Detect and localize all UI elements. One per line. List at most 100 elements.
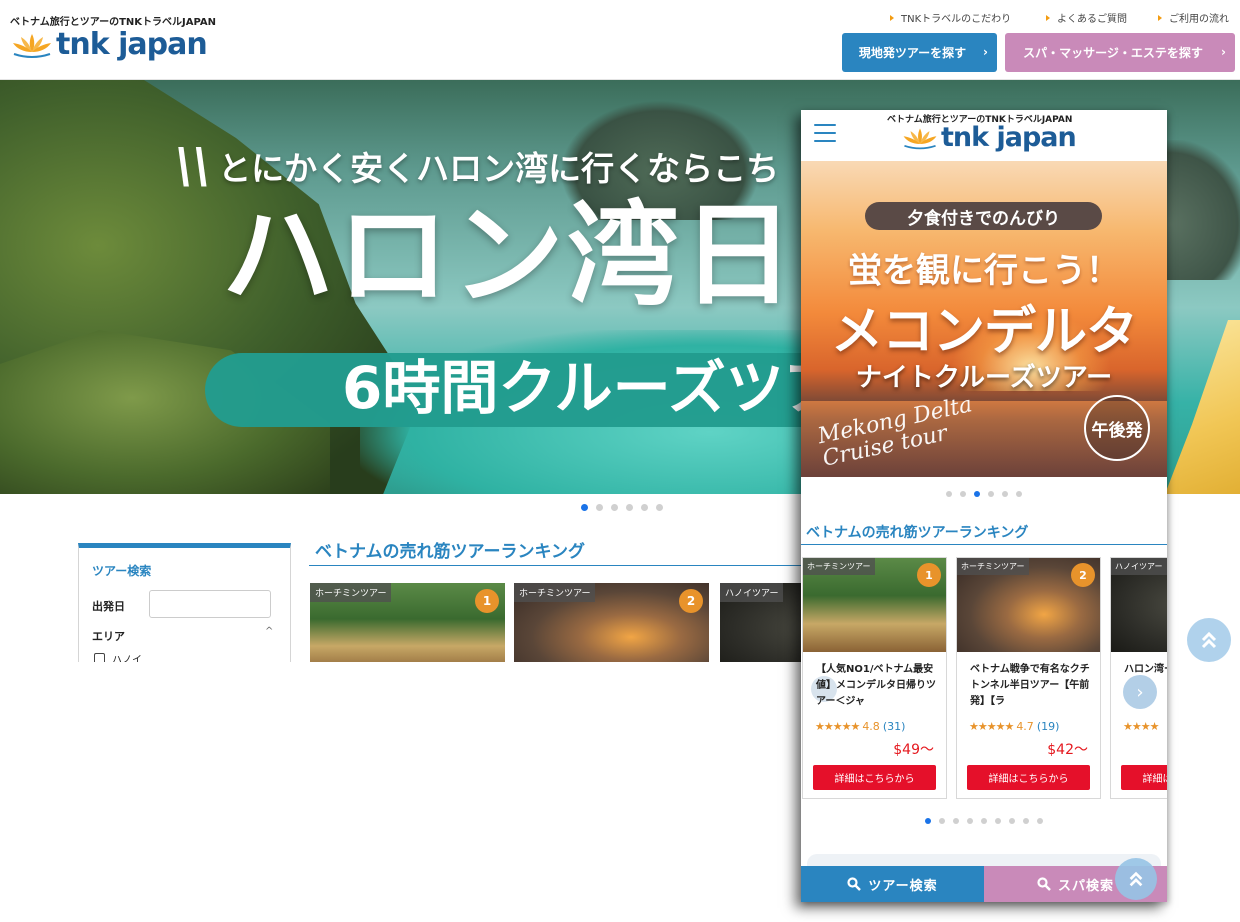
- rank-badge: 2: [679, 589, 703, 613]
- area-label: エリア: [92, 630, 125, 643]
- review-count[interactable]: (31): [883, 720, 906, 733]
- slider-dot[interactable]: [611, 504, 618, 511]
- area-option-label: ハノイ: [112, 655, 142, 662]
- slider-dot[interactable]: [988, 491, 994, 497]
- hero-subtitle-text: とにかく安くハロン湾に行くならこち: [218, 149, 780, 188]
- slider-dot[interactable]: [981, 818, 987, 824]
- logo-wordmark: tnk japan: [941, 122, 1077, 153]
- triangle-bullet-icon: [1158, 14, 1162, 21]
- slider-dot-active[interactable]: [974, 491, 980, 497]
- mobile-ranking-title: ベトナムの売れ筋ツアーランキング: [806, 525, 1029, 541]
- departure-date-label: 出発日: [92, 600, 125, 613]
- rank-badge: 1: [917, 563, 941, 587]
- slider-dot[interactable]: [967, 818, 973, 824]
- afternoon-badge: 午後発: [1084, 395, 1150, 461]
- site-tagline: ベトナム旅行とツアーのTNKトラベルJAPAN: [10, 17, 217, 28]
- mobile-banner-dots: [946, 491, 1022, 497]
- mobile-ranking-card[interactable]: ホーチミンツアー 1 【人気NO1/ベトナム最安値】メコンデルタ日帰りツアー＜ジ…: [802, 557, 947, 799]
- slider-dot[interactable]: [946, 491, 952, 497]
- slider-dot[interactable]: [960, 491, 966, 497]
- chevron-right-icon: ›: [1136, 681, 1144, 703]
- logo-wordmark: tnk japan: [56, 27, 208, 62]
- tour-price: $42〜: [1047, 742, 1088, 758]
- tour-area-tag: ホーチミンツアー: [310, 583, 392, 602]
- chevron-right-icon: ›: [1221, 45, 1226, 59]
- mobile-ranking-divider: [801, 544, 1167, 545]
- departure-date-input[interactable]: [149, 590, 271, 618]
- tour-search-title: ツアー検索: [92, 564, 152, 578]
- slider-dot[interactable]: [626, 504, 633, 511]
- spa-search-label: スパ検索: [1057, 878, 1114, 894]
- banner-pill: 夕食付きでのんびり: [865, 202, 1102, 230]
- rank-badge: 2: [1071, 563, 1095, 587]
- mobile-hero-banner[interactable]: 夕食付きでのんびり 蛍を観に行こう！ メコンデルタ ナイトクルーズツアー Mek…: [801, 161, 1167, 477]
- site-header: ベトナム旅行とツアーのTNKトラベルJAPAN tnk japan TNKトラベ…: [0, 0, 1240, 80]
- star-rating-icon: ★★★★: [1123, 720, 1159, 733]
- slider-dot[interactable]: [995, 818, 1001, 824]
- details-button[interactable]: 詳細はこちらから: [1121, 765, 1167, 790]
- nav-link-label: ご利用の流れ: [1169, 14, 1229, 25]
- banner-line-3: ナイトクルーズツアー: [855, 363, 1113, 393]
- double-chevron-up-icon: [1129, 871, 1143, 887]
- find-local-tour-button[interactable]: 現地発ツアーを探す ›: [842, 33, 997, 72]
- chevron-up-icon[interactable]: ^: [265, 626, 273, 637]
- star-rating-icon: ★★★★★: [815, 720, 860, 733]
- nav-link-faq[interactable]: よくあるご質問: [1046, 10, 1127, 25]
- tour-rating: ★★★★★ 4.8 (31): [815, 720, 905, 733]
- slider-dot[interactable]: [1016, 491, 1022, 497]
- slider-dot[interactable]: [1009, 818, 1015, 824]
- mobile-page: ベトナム旅行とツアーのTNKトラベルJAPAN tnk japan 夕食付きでの…: [801, 110, 1167, 902]
- mobile-ranking-card[interactable]: ホーチミンツアー 2 ベトナム戦争で有名なクチトンネル半日ツアー【午前発】【ラ …: [956, 557, 1101, 799]
- tour-search-panel: ツアー検索 出発日 エリア ^ ハノイ: [78, 543, 291, 662]
- rank-badge: 1: [475, 589, 499, 613]
- slider-dot-active[interactable]: [581, 504, 588, 511]
- slider-dot[interactable]: [1037, 818, 1043, 824]
- mobile-logo[interactable]: tnk japan: [901, 122, 1077, 153]
- banner-line-1: 蛍を観に行こう！: [848, 251, 1120, 291]
- slider-dot[interactable]: [1002, 491, 1008, 497]
- back-to-top-button[interactable]: [1187, 618, 1231, 662]
- mobile-back-to-top-button[interactable]: [1115, 858, 1157, 900]
- slider-dot[interactable]: [656, 504, 663, 511]
- ranking-card[interactable]: ホーチミンツアー 1: [310, 583, 505, 662]
- triangle-bullet-icon: [1046, 14, 1050, 21]
- mobile-header: ベトナム旅行とツアーのTNKトラベルJAPAN tnk japan: [801, 110, 1167, 161]
- slider-dot[interactable]: [641, 504, 648, 511]
- site-logo[interactable]: tnk japan: [10, 27, 208, 62]
- hero-slider-dots: [581, 504, 663, 511]
- hero-pill-text: 6時間クルーズツア: [342, 354, 842, 422]
- slider-dot[interactable]: [953, 818, 959, 824]
- hamburger-icon[interactable]: [814, 124, 836, 142]
- slider-dot[interactable]: [939, 818, 945, 824]
- details-button[interactable]: 詳細はこちらから: [813, 765, 936, 790]
- area-checkbox-hanoi[interactable]: [94, 653, 105, 662]
- ranking-divider: [309, 565, 809, 566]
- screen: ベトナム旅行とツアーのTNKトラベルJAPAN tnk japan TNKトラベ…: [0, 0, 1240, 922]
- banner-line-2: メコンデルタ: [830, 302, 1138, 362]
- slider-dot-active[interactable]: [925, 818, 931, 824]
- tour-rating: ★★★★: [1123, 720, 1159, 733]
- ranking-card[interactable]: ホーチミンツアー 2: [514, 583, 709, 662]
- tour-area-tag: ホーチミンツアー: [514, 583, 596, 602]
- nav-link-flow[interactable]: ご利用の流れ: [1158, 10, 1229, 25]
- review-count[interactable]: (19): [1037, 720, 1060, 733]
- carousel-next-button[interactable]: ›: [1123, 675, 1157, 709]
- star-rating-icon: ★★★★★: [969, 720, 1014, 733]
- tour-area-tag: ホーチミンツアー: [957, 558, 1029, 575]
- nav-link-kodawari[interactable]: TNKトラベルのこだわり: [890, 10, 1011, 25]
- slider-dot[interactable]: [596, 504, 603, 511]
- slider-dot[interactable]: [1023, 818, 1029, 824]
- tour-title[interactable]: ベトナム戦争で有名なクチトンネル半日ツアー【午前発】【ラ: [970, 662, 1092, 710]
- double-chevron-up-icon: [1201, 631, 1217, 649]
- search-icon: [847, 877, 862, 891]
- details-button[interactable]: 詳細はこちらから: [967, 765, 1090, 790]
- find-spa-button[interactable]: スパ・マッサージ・エステを探す ›: [1005, 33, 1235, 72]
- tour-title[interactable]: 【人気NO1/ベトナム最安値】メコンデルタ日帰りツアー＜ジャ: [816, 662, 938, 710]
- lotus-logo-icon: [13, 34, 51, 58]
- double-slash-icon: \\: [170, 138, 215, 194]
- tour-price: $49〜: [893, 742, 934, 758]
- nav-link-label: TNKトラベルのこだわり: [901, 14, 1012, 25]
- tour-search-button[interactable]: ツアー検索: [801, 866, 984, 902]
- tour-search-label: ツアー検索: [868, 878, 938, 894]
- find-spa-label: スパ・マッサージ・エステを探す: [1023, 46, 1203, 60]
